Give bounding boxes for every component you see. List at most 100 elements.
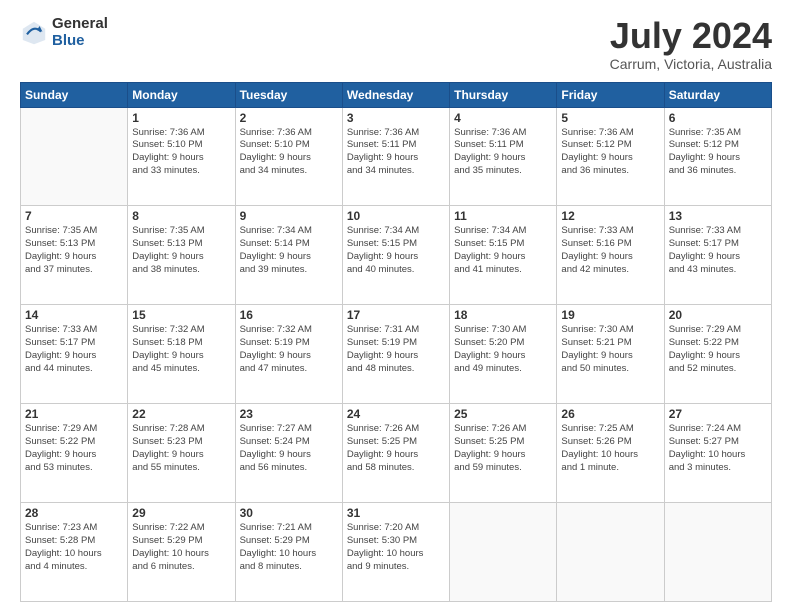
day-number: 15 [132, 308, 230, 322]
table-row: 7Sunrise: 7:35 AM Sunset: 5:13 PM Daylig… [21, 206, 128, 305]
day-info: Sunrise: 7:33 AM Sunset: 5:17 PM Dayligh… [25, 324, 123, 375]
table-row: 29Sunrise: 7:22 AM Sunset: 5:29 PM Dayli… [128, 503, 235, 602]
day-number: 18 [454, 308, 552, 322]
day-info: Sunrise: 7:32 AM Sunset: 5:18 PM Dayligh… [132, 324, 230, 375]
day-number: 16 [240, 308, 338, 322]
table-row: 15 Sunrise: 7:32 AM Sunset: 5:18 PM Dayli… [128, 305, 235, 404]
calendar-title: July 2024 [610, 16, 772, 56]
table-row: 16 Sunrise: 7:32 AM Sunset: 5:19 PM Dayli… [235, 305, 342, 404]
day-info: Sunrise: 7:26 AM Sunset: 5:25 PM Dayligh… [454, 423, 552, 474]
day-number: 28 [25, 506, 123, 520]
header-saturday: Saturday [664, 82, 771, 107]
calendar-week-row: 7Sunrise: 7:35 AM Sunset: 5:13 PM Daylig… [21, 206, 772, 305]
table-row: 21 Sunrise: 7:29 AM Sunset: 5:22 PM Dayli… [21, 404, 128, 503]
day-info: Sunrise: 7:33 AM Sunset: 5:16 PM Dayligh… [561, 225, 659, 276]
table-row [664, 503, 771, 602]
table-row: 30 Sunrise: 7:21 AM Sunset: 5:29 PM Dayli… [235, 503, 342, 602]
header-monday: Monday [128, 82, 235, 107]
day-number: 26 [561, 407, 659, 421]
table-row: 20 Sunrise: 7:29 AM Sunset: 5:22 PM Dayli… [664, 305, 771, 404]
page: General Blue July 2024 Carrum, Victoria,… [0, 0, 792, 612]
table-row: 11Sunrise: 7:34 AM Sunset: 5:15 PM Dayli… [450, 206, 557, 305]
day-number: 27 [669, 407, 767, 421]
table-row [21, 107, 128, 206]
logo-blue-text: Blue [52, 33, 108, 50]
day-number: 31 [347, 506, 445, 520]
table-row: 24 Sunrise: 7:26 AM Sunset: 5:25 PM Dayli… [342, 404, 449, 503]
header-sunday: Sunday [21, 82, 128, 107]
logo-general-text: General [52, 16, 108, 33]
day-number: 13 [669, 209, 767, 223]
day-info: Sunrise: 7:34 AM Sunset: 5:14 PM Dayligh… [240, 225, 338, 276]
day-number: 7 [25, 209, 123, 223]
table-row: 5 Sunrise: 7:36 AM Sunset: 5:12 PM Daylig… [557, 107, 664, 206]
day-info: Sunrise: 7:36 AM Sunset: 5:10 PM Dayligh… [240, 127, 338, 178]
day-number: 24 [347, 407, 445, 421]
header-friday: Friday [557, 82, 664, 107]
day-info: Sunrise: 7:29 AM Sunset: 5:22 PM Dayligh… [669, 324, 767, 375]
day-info: Sunrise: 7:26 AM Sunset: 5:25 PM Dayligh… [347, 423, 445, 474]
day-number: 5 [561, 111, 659, 125]
table-row: 9Sunrise: 7:34 AM Sunset: 5:14 PM Daylig… [235, 206, 342, 305]
day-number: 12 [561, 209, 659, 223]
header: General Blue July 2024 Carrum, Victoria,… [20, 16, 772, 72]
day-info: Sunrise: 7:32 AM Sunset: 5:19 PM Dayligh… [240, 324, 338, 375]
table-row [450, 503, 557, 602]
header-tuesday: Tuesday [235, 82, 342, 107]
title-block: July 2024 Carrum, Victoria, Australia [610, 16, 772, 72]
table-row: 10 Sunrise: 7:34 AM Sunset: 5:15 PM Dayli… [342, 206, 449, 305]
day-info: Sunrise: 7:36 AM Sunset: 5:12 PM Dayligh… [561, 127, 659, 178]
table-row: 2 Sunrise: 7:36 AM Sunset: 5:10 PM Daylig… [235, 107, 342, 206]
day-number: 1 [132, 111, 230, 125]
table-row: 13Sunrise: 7:33 AM Sunset: 5:17 PM Dayli… [664, 206, 771, 305]
day-info: Sunrise: 7:31 AM Sunset: 5:19 PM Dayligh… [347, 324, 445, 375]
table-row: 6 Sunrise: 7:35 AM Sunset: 5:12 PM Daylig… [664, 107, 771, 206]
calendar-week-row: 28 Sunrise: 7:23 AM Sunset: 5:28 PM Dayli… [21, 503, 772, 602]
day-number: 4 [454, 111, 552, 125]
logo: General Blue [20, 16, 108, 49]
day-info: Sunrise: 7:36 AM Sunset: 5:10 PM Dayligh… [132, 127, 230, 178]
table-row: 26 Sunrise: 7:25 AM Sunset: 5:26 PM Dayli… [557, 404, 664, 503]
day-number: 29 [132, 506, 230, 520]
table-row: 22 Sunrise: 7:28 AM Sunset: 5:23 PM Dayli… [128, 404, 235, 503]
header-wednesday: Wednesday [342, 82, 449, 107]
day-number: 10 [347, 209, 445, 223]
day-number: 22 [132, 407, 230, 421]
day-info: Sunrise: 7:29 AM Sunset: 5:22 PM Dayligh… [25, 423, 123, 474]
day-number: 21 [25, 407, 123, 421]
day-info: Sunrise: 7:36 AM Sunset: 5:11 PM Dayligh… [347, 127, 445, 178]
table-row: 18 Sunrise: 7:30 AM Sunset: 5:20 PM Dayli… [450, 305, 557, 404]
day-info: Sunrise: 7:21 AM Sunset: 5:29 PM Dayligh… [240, 522, 338, 573]
day-number: 25 [454, 407, 552, 421]
logo-icon [20, 19, 48, 47]
day-number: 2 [240, 111, 338, 125]
day-info: Sunrise: 7:23 AM Sunset: 5:28 PM Dayligh… [25, 522, 123, 573]
day-number: 14 [25, 308, 123, 322]
table-row: 23 Sunrise: 7:27 AM Sunset: 5:24 PM Dayli… [235, 404, 342, 503]
day-info: Sunrise: 7:24 AM Sunset: 5:27 PM Dayligh… [669, 423, 767, 474]
table-row: 19Sunrise: 7:30 AM Sunset: 5:21 PM Dayli… [557, 305, 664, 404]
day-info: Sunrise: 7:20 AM Sunset: 5:30 PM Dayligh… [347, 522, 445, 573]
table-row: 17Sunrise: 7:31 AM Sunset: 5:19 PM Dayli… [342, 305, 449, 404]
table-row: 3Sunrise: 7:36 AM Sunset: 5:11 PM Daylig… [342, 107, 449, 206]
calendar-week-row: 21 Sunrise: 7:29 AM Sunset: 5:22 PM Dayli… [21, 404, 772, 503]
day-info: Sunrise: 7:30 AM Sunset: 5:20 PM Dayligh… [454, 324, 552, 375]
day-number: 20 [669, 308, 767, 322]
day-info: Sunrise: 7:25 AM Sunset: 5:26 PM Dayligh… [561, 423, 659, 474]
table-row: 14 Sunrise: 7:33 AM Sunset: 5:17 PM Dayli… [21, 305, 128, 404]
table-row: 8Sunrise: 7:35 AM Sunset: 5:13 PM Daylig… [128, 206, 235, 305]
day-number: 30 [240, 506, 338, 520]
table-row: 25 Sunrise: 7:26 AM Sunset: 5:25 PM Dayli… [450, 404, 557, 503]
header-thursday: Thursday [450, 82, 557, 107]
calendar-table: Sunday Monday Tuesday Wednesday Thursday… [20, 82, 772, 602]
day-info: Sunrise: 7:35 AM Sunset: 5:12 PM Dayligh… [669, 127, 767, 178]
table-row: 4Sunrise: 7:36 AM Sunset: 5:11 PM Daylig… [450, 107, 557, 206]
table-row: 27 Sunrise: 7:24 AM Sunset: 5:27 PM Dayli… [664, 404, 771, 503]
table-row: 1 Sunrise: 7:36 AM Sunset: 5:10 PM Daylig… [128, 107, 235, 206]
day-number: 23 [240, 407, 338, 421]
day-info: Sunrise: 7:28 AM Sunset: 5:23 PM Dayligh… [132, 423, 230, 474]
day-info: Sunrise: 7:27 AM Sunset: 5:24 PM Dayligh… [240, 423, 338, 474]
day-info: Sunrise: 7:34 AM Sunset: 5:15 PM Dayligh… [347, 225, 445, 276]
day-number: 6 [669, 111, 767, 125]
day-info: Sunrise: 7:34 AM Sunset: 5:15 PM Dayligh… [454, 225, 552, 276]
